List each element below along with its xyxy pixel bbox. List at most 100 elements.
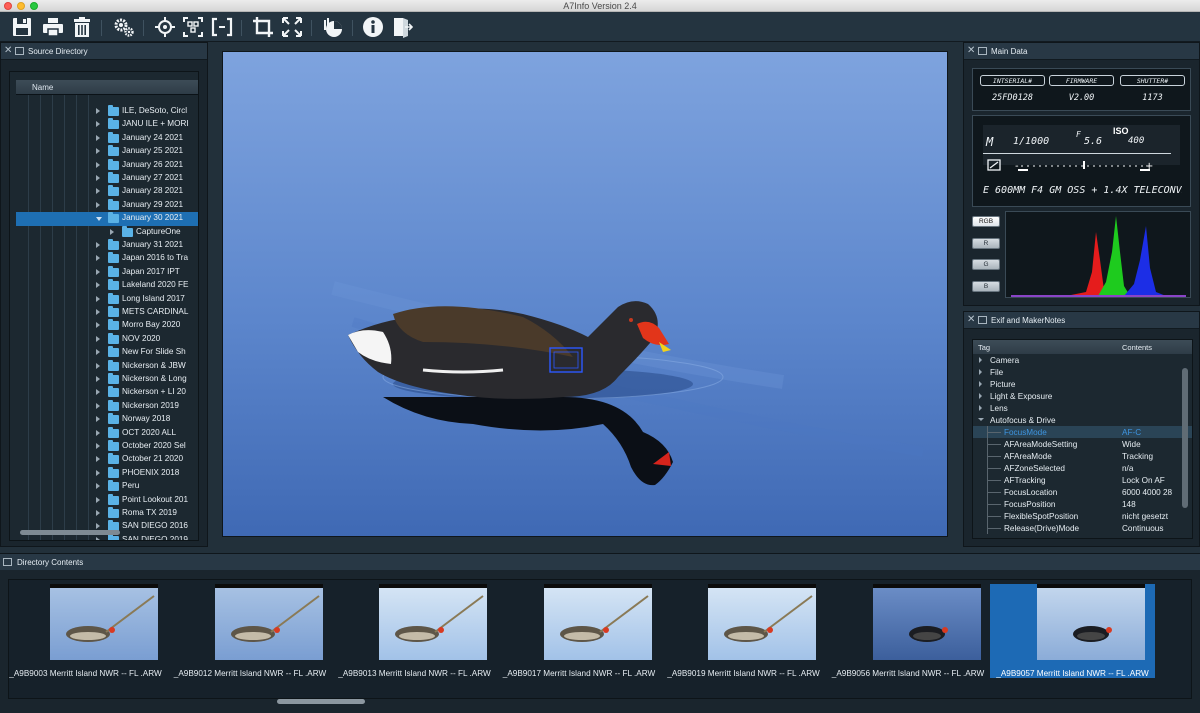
exif-table[interactable]: Tag Contents Camera File Picture Light & Ex… [972, 339, 1193, 539]
collapsed-arrow-icon[interactable] [96, 456, 100, 463]
close-panel-icon[interactable]: ✕ [967, 315, 977, 325]
undock-panel-icon[interactable] [978, 316, 987, 324]
folder-row[interactable]: Morro Bay 2020 [16, 319, 198, 332]
folder-row[interactable]: OCT 2020 ALL [16, 426, 198, 440]
collapsed-arrow-icon[interactable] [96, 496, 100, 503]
histogram-rgb-button[interactable]: RGB [972, 216, 1000, 227]
folder-row[interactable]: New For Slide Sh [16, 346, 198, 359]
collapsed-arrow-icon[interactable] [96, 322, 100, 329]
collapsed-arrow-icon[interactable] [96, 255, 100, 262]
save-icon[interactable] [10, 16, 34, 38]
collapsed-arrow-icon[interactable] [96, 242, 100, 248]
collapsed-arrow-icon[interactable] [96, 362, 100, 369]
collapsed-arrow-icon[interactable] [96, 295, 100, 302]
folder-row[interactable]: Japan 2016 to Tra [16, 252, 198, 265]
collapsed-arrow-icon[interactable] [96, 429, 100, 436]
collapsed-arrow-icon[interactable] [96, 483, 100, 490]
thumbnail-strip[interactable]: _A9B9003 Merritt Island NWR -- FL .ARW _A… [8, 579, 1192, 704]
folder-row[interactable]: Nickerson & JBW [16, 359, 198, 373]
folder-row[interactable]: CaptureOne [16, 225, 198, 239]
collapsed-arrow-icon[interactable] [110, 228, 114, 235]
exif-row[interactable]: Release(Drive)Mode Continuous [973, 522, 1192, 534]
collapsed-arrow-icon[interactable] [96, 268, 100, 275]
histogram-g-button[interactable]: G [972, 259, 1000, 270]
thumbnail[interactable]: _A9B9057 Merritt Island NWR -- FL .ARW [990, 584, 1155, 678]
exif-row[interactable]: AFAreaMode Tracking [973, 450, 1192, 462]
collapsed-arrow-icon[interactable] [96, 108, 100, 114]
folder-row[interactable]: January 28 2021 [16, 185, 198, 198]
undock-panel-icon[interactable] [3, 558, 12, 566]
folder-row[interactable]: January 30 2021 [16, 212, 198, 226]
collapsed-arrow-icon[interactable] [96, 335, 100, 342]
focus-points-icon[interactable] [181, 16, 205, 38]
thumbnail[interactable]: _A9B9019 Merritt Island NWR -- FL .ARW [661, 584, 826, 678]
collapsed-arrow-icon[interactable] [96, 188, 100, 195]
collapsed-arrow-icon[interactable] [96, 402, 100, 409]
fullscreen-icon[interactable] [280, 16, 304, 38]
collapsed-arrow-icon[interactable] [96, 536, 100, 540]
trash-icon[interactable] [70, 16, 94, 38]
exif-row[interactable]: FocusPosition 148 [973, 498, 1192, 510]
settings-icon[interactable] [112, 16, 136, 38]
folder-row[interactable]: METS CARDINAL [16, 306, 198, 319]
collapsed-arrow-icon[interactable] [96, 510, 100, 516]
exif-row[interactable]: AFAreaModeSetting Wide [973, 438, 1192, 450]
folder-row[interactable]: Long Island 2017 [16, 292, 198, 306]
folder-row[interactable]: January 26 2021 [16, 158, 198, 172]
info-icon[interactable] [361, 16, 385, 38]
exif-group-row[interactable]: Autofocus & Drive [973, 414, 1192, 426]
collapsed-arrow-icon[interactable] [979, 405, 982, 411]
exif-group-row[interactable]: Light & Exposure [973, 390, 1192, 402]
crop-icon[interactable] [251, 16, 275, 38]
thumbnail-scrollbar[interactable] [277, 699, 365, 704]
folder-row[interactable]: Point Lookout 201 [16, 493, 198, 507]
thumbnail[interactable]: _A9B9012 Merritt Island NWR -- FL .ARW [168, 584, 333, 678]
close-panel-icon[interactable]: ✕ [4, 46, 14, 56]
collapsed-arrow-icon[interactable] [979, 381, 982, 387]
folder-row[interactable]: Japan 2017 IPT [16, 265, 198, 279]
print-icon[interactable] [41, 16, 65, 38]
folder-row[interactable]: October 21 2020 [16, 453, 198, 466]
expanded-arrow-icon[interactable] [96, 217, 102, 222]
collapsed-arrow-icon[interactable] [979, 369, 982, 375]
collapsed-arrow-icon[interactable] [96, 282, 100, 289]
exif-group-row[interactable]: File [973, 366, 1192, 378]
collapsed-arrow-icon[interactable] [96, 201, 100, 208]
collapsed-arrow-icon[interactable] [96, 134, 100, 141]
exif-row[interactable]: FocusMode AF-C [973, 426, 1192, 438]
collapsed-arrow-icon[interactable] [96, 416, 100, 423]
collapsed-arrow-icon[interactable] [979, 357, 982, 363]
folder-row[interactable]: Nickerson 2019 [16, 399, 198, 413]
folder-row[interactable]: Nickerson & Long [16, 373, 198, 386]
folder-row[interactable]: Peru [16, 480, 198, 493]
histogram-b-button[interactable]: B [972, 281, 1000, 292]
main-photo[interactable] [222, 51, 948, 537]
collapsed-arrow-icon[interactable] [96, 309, 100, 315]
collapsed-arrow-icon[interactable] [96, 161, 100, 168]
exif-row[interactable]: FocusLocation 6000 4000 28 [973, 486, 1192, 498]
collapsed-arrow-icon[interactable] [96, 523, 100, 530]
collapsed-arrow-icon[interactable] [96, 443, 100, 449]
exif-scrollbar[interactable] [1182, 368, 1188, 508]
folder-row[interactable]: Nickerson + LI 20 [16, 386, 198, 399]
folder-row[interactable]: Norway 2018 [16, 413, 198, 426]
collapsed-arrow-icon[interactable] [96, 121, 100, 128]
collapsed-arrow-icon[interactable] [96, 148, 100, 155]
thumbnail[interactable]: _A9B9013 Merritt Island NWR -- FL .ARW [332, 584, 497, 678]
exif-group-row[interactable]: Picture [973, 378, 1192, 390]
exif-col-contents[interactable]: Contents [1122, 343, 1152, 352]
folder-row[interactable]: Roma TX 2019 [16, 507, 198, 520]
undock-panel-icon[interactable] [15, 47, 24, 55]
folder-row[interactable]: Lakeland 2020 FE [16, 279, 198, 292]
folder-row[interactable]: PHOENIX 2018 [16, 466, 198, 480]
histogram-r-button[interactable]: R [972, 238, 1000, 249]
folder-row[interactable]: JANU ILE + MORI [16, 118, 198, 131]
close-panel-icon[interactable]: ✕ [967, 46, 977, 56]
collapsed-arrow-icon[interactable] [979, 393, 982, 399]
directory-tree[interactable]: Name ILE, DeSoto, Circl JANU ILE + MORI Ja… [9, 71, 199, 541]
focus-target-icon[interactable] [153, 16, 177, 38]
undock-panel-icon[interactable] [978, 47, 987, 55]
exif-col-tag[interactable]: Tag [978, 343, 990, 352]
exit-icon[interactable] [390, 16, 414, 38]
exif-row[interactable]: AFZoneSelected n/a [973, 462, 1192, 474]
